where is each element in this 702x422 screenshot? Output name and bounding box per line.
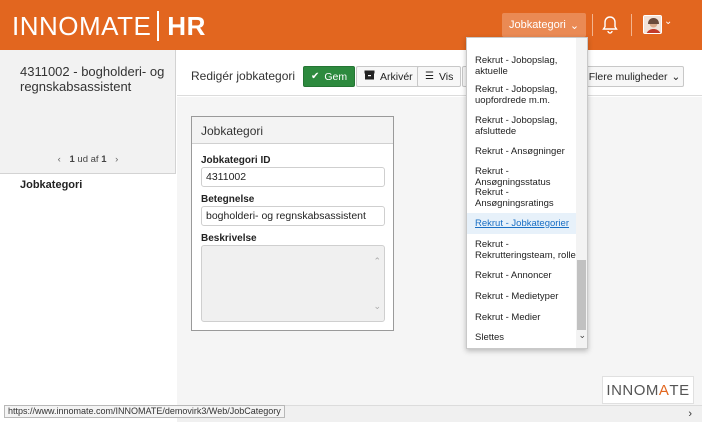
chevron-down-icon[interactable]: ⌄ — [578, 330, 586, 341]
header-separator — [631, 14, 632, 36]
record-pager: ‹ 1 ud af 1 › — [0, 154, 176, 165]
brand-name: INNOMATE — [12, 10, 152, 41]
module-dropdown-label: Jobkategori — [508, 19, 566, 31]
archive-box-icon — [364, 70, 375, 83]
menu-item[interactable]: Slettes — [475, 332, 579, 343]
scroll-up-icon[interactable]: ⌃ — [373, 256, 381, 267]
chevron-left-icon[interactable]: ‹ — [58, 154, 61, 165]
menu-item[interactable]: Rekrut - Ansøgninger — [475, 146, 579, 157]
user-avatar[interactable] — [643, 15, 662, 34]
brand-divider — [157, 11, 160, 41]
footer-logo: INNOM A TE — [602, 376, 694, 404]
bell-icon[interactable] — [601, 15, 619, 35]
jobcategory-card: Jobkategori Jobkategori ID 4311002 Beteg… — [191, 116, 394, 331]
archive-button[interactable]: Arkivér — [356, 66, 421, 87]
page-title: Redigér jobkategori — [191, 69, 296, 83]
status-url: https://www.innomate.com/INNOMATE/demovi… — [4, 405, 285, 418]
scroll-down-icon[interactable]: ⌄ — [373, 301, 381, 312]
brand-logo[interactable]: INNOMATE HR — [12, 11, 206, 41]
chevron-right-icon[interactable]: › — [688, 408, 692, 420]
menu-item[interactable]: Rekrut - Jobopslag, uopfordrede m.m. — [475, 84, 579, 106]
name-field[interactable]: bogholderi- og regnskabsassistent — [201, 206, 385, 226]
menu-item[interactable]: Rekrut - Rekrutteringsteam, rolle — [475, 239, 579, 261]
check-icon: ✔ — [311, 71, 320, 82]
save-button[interactable]: ✔ Gem — [303, 66, 356, 87]
footer-logo-part: INNOM — [606, 381, 659, 399]
menu-item[interactable]: Rekrut - Ansøgningsstatus — [475, 166, 579, 188]
chevron-down-icon[interactable]: ⌄ — [664, 16, 672, 27]
menu-item[interactable]: Rekrut - Jobopslag, aktuelle — [475, 55, 579, 77]
chevron-down-icon: ⌄ — [671, 70, 681, 83]
more-options-label: Flere muligheder — [588, 70, 668, 83]
description-label: Beskrivelse — [201, 233, 257, 244]
menu-scrollbar-thumb[interactable] — [577, 260, 586, 330]
module-dropdown[interactable]: Jobkategori ⌄ — [502, 13, 586, 37]
view-button-label: Vis — [438, 70, 454, 83]
archive-button-label: Arkivér — [380, 70, 413, 83]
left-nav — [0, 174, 176, 422]
footer-logo-part: TE — [669, 381, 690, 399]
menu-item[interactable]: Rekrut - Medietyper — [475, 291, 579, 302]
menu-item-active[interactable]: Rekrut - Jobkategorier — [475, 218, 579, 229]
divider — [0, 173, 176, 174]
pager-total: 1 — [101, 154, 107, 165]
menu-item[interactable]: Rekrut - Ansøgningsratings — [475, 187, 579, 209]
menu-item[interactable]: Rekrut - Annoncer — [475, 270, 579, 281]
menu-item[interactable]: Rekrut - Jobopslag, afsluttede — [475, 115, 579, 137]
more-options-button[interactable]: Flere muligheder ⌄ — [585, 66, 684, 87]
chevron-right-icon[interactable]: › — [115, 154, 118, 165]
nav-item-jobkategori[interactable]: Jobkategori — [20, 179, 82, 191]
brand-suffix: HR — [167, 10, 206, 41]
top-header: INNOMATE HR Jobkategori ⌄ ⌄ — [0, 0, 702, 50]
description-textarea[interactable]: ⌃ ⌄ — [201, 245, 385, 322]
jobcategory-id-field[interactable]: 4311002 — [201, 167, 385, 187]
header-separator — [592, 14, 593, 36]
module-dropdown-menu: Rekrut - Jobopslag, aktuelle Rekrut - Jo… — [466, 37, 588, 349]
view-button[interactable]: ☰ Vis — [417, 66, 462, 87]
footer-logo-accent: A — [658, 381, 670, 399]
card-title: Jobkategori — [192, 117, 393, 144]
list-icon: ☰ — [425, 71, 434, 82]
chevron-down-icon: ⌄ — [569, 19, 580, 32]
jobcategory-id-label: Jobkategori ID — [201, 155, 271, 166]
pager-separator: ud af — [77, 154, 99, 165]
name-label: Betegnelse — [201, 194, 255, 205]
save-button-label: Gem — [324, 70, 348, 83]
menu-item[interactable]: Rekrut - Medier — [475, 312, 579, 323]
left-panel: 4311002 - bogholderi- og regnskabsassist… — [0, 50, 176, 422]
pager-current: 1 — [69, 154, 75, 165]
record-title: 4311002 - bogholderi- og regnskabsassist… — [20, 64, 165, 94]
